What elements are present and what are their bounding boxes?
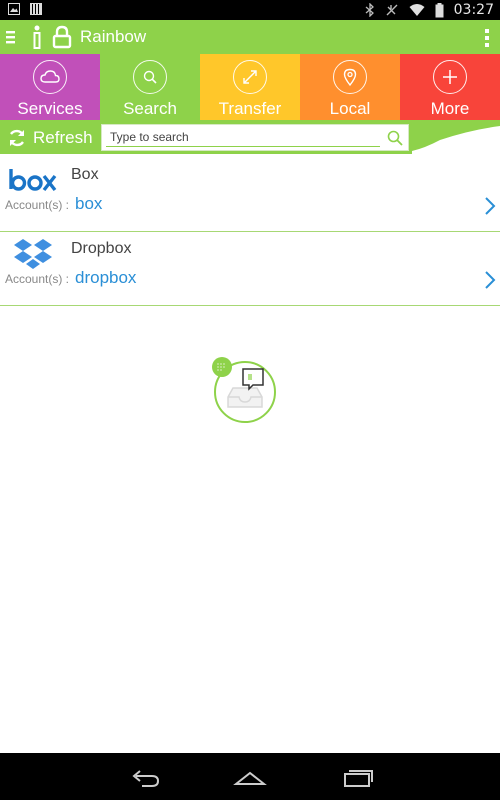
tab-more[interactable]: More bbox=[400, 54, 500, 120]
back-icon[interactable] bbox=[128, 766, 162, 788]
transfer-arrows-icon bbox=[233, 60, 267, 94]
app-screen: 03:27 Rainbow Services Search Transfer L… bbox=[0, 0, 500, 800]
cloud-icon bbox=[33, 60, 67, 94]
box-logo bbox=[9, 169, 57, 192]
tab-label: Local bbox=[329, 99, 371, 118]
list-item-box[interactable]: Account(s) : Box box bbox=[0, 158, 500, 232]
refresh-button[interactable]: Refresh bbox=[7, 126, 93, 150]
search-underline bbox=[106, 146, 380, 147]
service-name: Dropbox bbox=[71, 240, 132, 257]
status-time: 03:27 bbox=[453, 2, 494, 18]
refresh-icon bbox=[9, 129, 25, 147]
wifi-icon bbox=[409, 4, 425, 16]
info-icon[interactable] bbox=[30, 24, 44, 50]
list-item-dropbox[interactable]: Account(s) : Dropbox dropbox bbox=[0, 232, 500, 306]
overflow-menu-icon[interactable] bbox=[484, 27, 490, 49]
account-caption: Account(s) : bbox=[5, 272, 70, 286]
barcode-notification-icon bbox=[30, 3, 42, 15]
recent-apps-icon[interactable] bbox=[341, 766, 375, 788]
app-title: Rainbow bbox=[80, 27, 147, 46]
image-notification-icon bbox=[8, 3, 20, 15]
tab-transfer[interactable]: Transfer bbox=[200, 54, 300, 120]
plus-icon bbox=[433, 60, 467, 94]
battery-icon bbox=[435, 2, 444, 17]
tab-label: Search bbox=[123, 99, 177, 118]
empty-inbox-icon bbox=[212, 357, 276, 423]
tab-local[interactable]: Local bbox=[300, 54, 400, 120]
search-box bbox=[101, 124, 409, 151]
tab-search[interactable]: Search bbox=[100, 54, 200, 120]
dropbox-logo bbox=[14, 239, 52, 269]
bluetooth-icon bbox=[365, 3, 374, 17]
account-caption: Account(s) : bbox=[5, 198, 70, 212]
main-tabs: Services Search Transfer Local More bbox=[0, 54, 500, 120]
action-bar: Rainbow bbox=[0, 20, 500, 54]
home-icon[interactable] bbox=[233, 766, 267, 788]
tab-label: More bbox=[430, 99, 470, 118]
status-bar: 03:27 bbox=[0, 0, 500, 20]
tab-services[interactable]: Services bbox=[0, 54, 100, 120]
refresh-label: Refresh bbox=[33, 128, 93, 147]
menu-icon[interactable] bbox=[4, 28, 18, 46]
chevron-right-icon[interactable] bbox=[484, 196, 496, 216]
location-pin-icon bbox=[333, 60, 367, 94]
account-link[interactable]: box bbox=[75, 194, 102, 214]
signal-off-icon bbox=[386, 4, 398, 16]
chevron-right-icon[interactable] bbox=[484, 270, 496, 290]
search-icon bbox=[133, 60, 167, 94]
tab-label: Transfer bbox=[218, 99, 282, 118]
search-input[interactable] bbox=[110, 128, 380, 146]
lock-icon[interactable] bbox=[52, 25, 72, 49]
search-icon[interactable] bbox=[386, 129, 404, 147]
account-link[interactable]: dropbox bbox=[75, 268, 136, 288]
tab-label: Services bbox=[17, 99, 83, 118]
system-nav-bar bbox=[0, 753, 500, 800]
service-name: Box bbox=[71, 166, 99, 183]
